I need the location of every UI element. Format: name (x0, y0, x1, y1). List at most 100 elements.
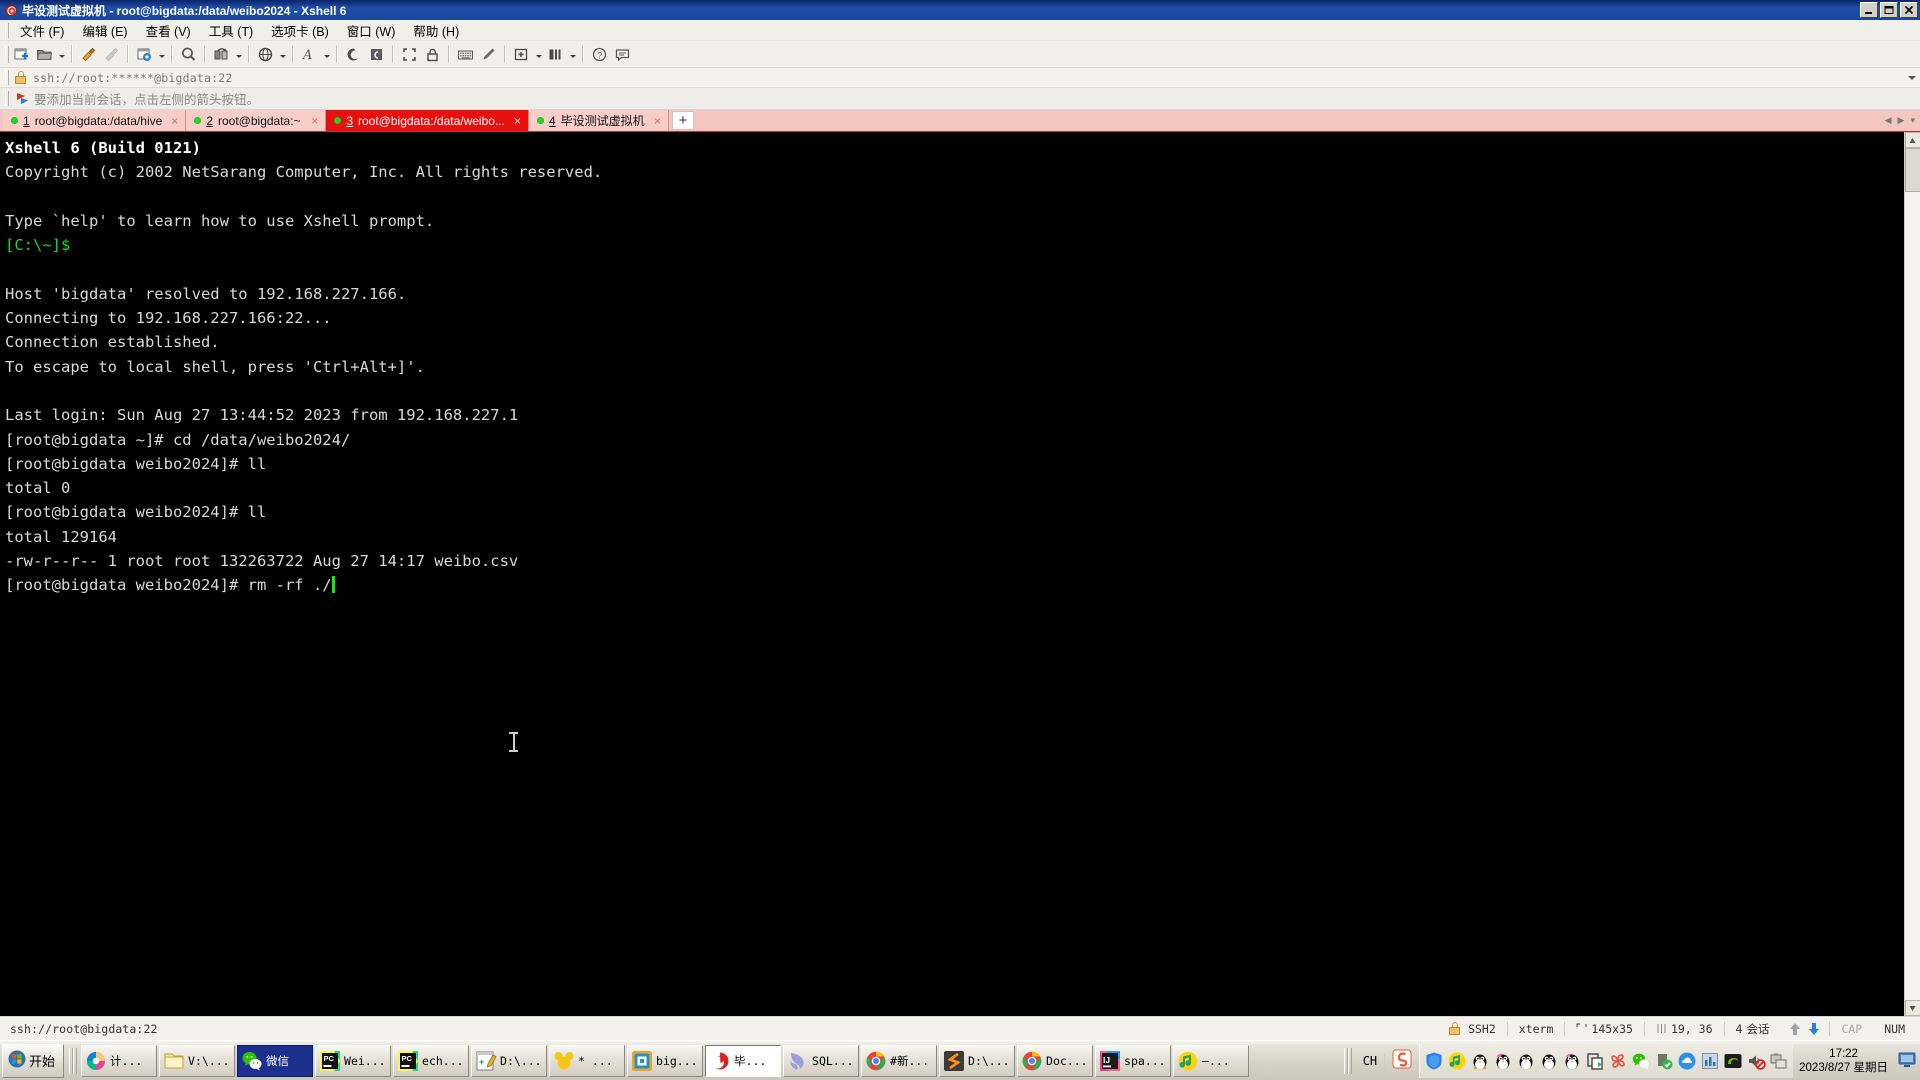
menu-tabs[interactable]: 选项卡 (B) (262, 19, 338, 42)
ime-language-label[interactable]: CH (1363, 1054, 1377, 1068)
qq-penguin-icon[interactable] (1470, 1051, 1490, 1071)
scroll-down-button[interactable] (1905, 1000, 1920, 1016)
fullscreen-icon[interactable] (398, 43, 421, 66)
tab-4[interactable]: 4 毕设测试虚拟机 × (529, 110, 669, 131)
tab-2[interactable]: 2 root@bigdata:~ × (186, 110, 326, 131)
menu-help[interactable]: 帮助 (H) (404, 19, 468, 42)
maximize-button[interactable] (1880, 2, 1898, 18)
close-button[interactable] (1900, 2, 1918, 18)
network-monitor-icon[interactable] (1769, 1051, 1789, 1071)
terminal-scrollbar[interactable] (1904, 132, 1920, 1016)
add-tab-icon[interactable] (510, 43, 533, 66)
menu-view[interactable]: 查看 (V) (137, 19, 200, 42)
disconnect-icon[interactable] (100, 43, 123, 66)
lock-icon[interactable] (421, 43, 444, 66)
scrollbar-thumb[interactable] (1905, 148, 1920, 192)
scrollbar-track[interactable] (1905, 192, 1920, 1000)
taskbar-item-9[interactable]: SQL... (783, 1045, 859, 1077)
new-session-icon[interactable] (10, 43, 33, 66)
taskbar-item-11[interactable]: D:\... (939, 1045, 1015, 1077)
address-bar[interactable]: ssh://root:******@bigdata:22 (0, 68, 1920, 88)
taskbar-item-5[interactable]: + D:\... (471, 1045, 547, 1077)
taskbar-grip[interactable] (68, 1046, 77, 1076)
globe-dropdown-arrow[interactable] (277, 43, 288, 66)
menu-grip[interactable] (2, 22, 9, 39)
feedback-balloon-icon[interactable] (611, 43, 634, 66)
taskbar-item-4[interactable]: PC ech... (393, 1045, 469, 1077)
find-magnifier-icon[interactable] (177, 43, 200, 66)
tab-scroll-left-icon[interactable]: ◀ (1885, 115, 1892, 126)
layout-columns-icon[interactable] (544, 43, 567, 66)
file-transfer-dropdown-arrow[interactable] (233, 43, 244, 66)
menu-window[interactable]: 窗口 (W) (338, 19, 405, 42)
tab-scroll-right-icon[interactable]: ▶ (1898, 115, 1905, 126)
toolbar-grip[interactable] (2, 45, 9, 64)
font-size-icon[interactable]: A (298, 43, 321, 66)
open-folder-dropdown-arrow[interactable] (56, 43, 67, 66)
taskbar-item-3[interactable]: PC Wei... (315, 1045, 391, 1077)
red-fan-icon[interactable] (1608, 1051, 1628, 1071)
tab-close-icon[interactable]: × (167, 114, 178, 128)
tray-grip[interactable] (1343, 1046, 1352, 1076)
taskbar-item-1[interactable]: V:\... (159, 1045, 235, 1077)
wechat-icon[interactable] (1631, 1051, 1651, 1071)
open-folder-icon[interactable] (33, 43, 56, 66)
menu-file[interactable]: 文件 (F) (11, 19, 73, 42)
tab-list-icon[interactable]: ▾ (1910, 115, 1915, 126)
qqmusic-icon[interactable] (1447, 1051, 1467, 1071)
qq-penguin-pink-icon[interactable] (1493, 1051, 1513, 1071)
menu-tools[interactable]: 工具 (T) (200, 19, 262, 42)
taskbar-clock[interactable]: 17:22 2023/8/27 星期日 (1793, 1047, 1894, 1075)
file-transfer-icon[interactable] (210, 43, 233, 66)
taskbar-item-12[interactable]: Doc... (1017, 1045, 1093, 1077)
tab-close-icon[interactable]: × (650, 114, 661, 128)
terminal-output[interactable]: Xshell 6 (Build 0121) Copyright (c) 2002… (0, 132, 1904, 1016)
tab-close-icon[interactable]: × (510, 114, 521, 128)
security-shield-check-icon[interactable] (1654, 1051, 1674, 1071)
tab-close-icon[interactable]: × (307, 114, 318, 128)
tencent-pc-manager-icon[interactable] (1424, 1051, 1444, 1071)
sogou-ime-icon[interactable] (1392, 1049, 1412, 1072)
tab-scroll-controls[interactable]: ◀ ▶ ▾ (1885, 110, 1918, 131)
taskbar-item-14[interactable]: —... (1173, 1045, 1249, 1077)
highlight-pen-icon[interactable] (477, 43, 500, 66)
taskbar-item-7[interactable]: big... (627, 1045, 703, 1077)
add-tab-dropdown-arrow[interactable] (533, 43, 544, 66)
address-bar-grip[interactable] (2, 70, 9, 86)
keyboard-icon[interactable] (454, 43, 477, 66)
tab-3[interactable]: 3 root@bigdata:/data/weibo... × (326, 110, 529, 131)
properties-gear-icon[interactable] (133, 43, 156, 66)
help-question-icon[interactable]: ? (588, 43, 611, 66)
menu-edit[interactable]: 编辑 (E) (73, 19, 136, 42)
globe-icon[interactable] (254, 43, 277, 66)
taskbar-item-10[interactable]: #新... (861, 1045, 937, 1077)
hint-bar-grip[interactable] (2, 90, 9, 107)
qq-penguin-icon[interactable] (1516, 1051, 1536, 1071)
taskbar-item-8[interactable]: 毕... (705, 1045, 781, 1077)
connect-icon[interactable] (77, 43, 100, 66)
copy-clipboard-icon[interactable] (1585, 1051, 1605, 1071)
scroll-up-button[interactable] (1905, 132, 1920, 148)
taskbar-item-13[interactable]: IJ spa... (1095, 1045, 1171, 1077)
start-button[interactable]: 开始 (2, 1044, 64, 1078)
taskbar-item-6[interactable]: * ... (549, 1045, 625, 1077)
qq-penguin-pink-icon[interactable] (1562, 1051, 1582, 1071)
taskbar-item-0[interactable]: 计... (81, 1045, 157, 1077)
session-manager-icon[interactable] (342, 43, 365, 66)
chevron-down-icon[interactable] (1904, 76, 1920, 80)
layout-dropdown-arrow[interactable] (567, 43, 578, 66)
tab-1[interactable]: 1 root@bigdata:/data/hive × (3, 110, 186, 131)
speaker-muted-icon[interactable] (1746, 1051, 1766, 1071)
cloud-icon[interactable] (1677, 1051, 1697, 1071)
address-input[interactable]: ssh://root:******@bigdata:22 (33, 71, 1904, 85)
taskbar-item-2[interactable]: 微信 (237, 1045, 313, 1077)
ime-indicator[interactable]: CH (1356, 1049, 1419, 1072)
font-size-dropdown-arrow[interactable] (321, 43, 332, 66)
qq-penguin-icon[interactable] (1539, 1051, 1559, 1071)
show-desktop-icon[interactable] (1896, 1048, 1918, 1074)
properties-dropdown-arrow[interactable] (156, 43, 167, 66)
new-tab-button[interactable]: + (672, 111, 694, 130)
minimize-button[interactable] (1860, 2, 1878, 18)
copy-session-icon[interactable] (365, 43, 388, 66)
blue-app-icon[interactable] (1700, 1051, 1720, 1071)
